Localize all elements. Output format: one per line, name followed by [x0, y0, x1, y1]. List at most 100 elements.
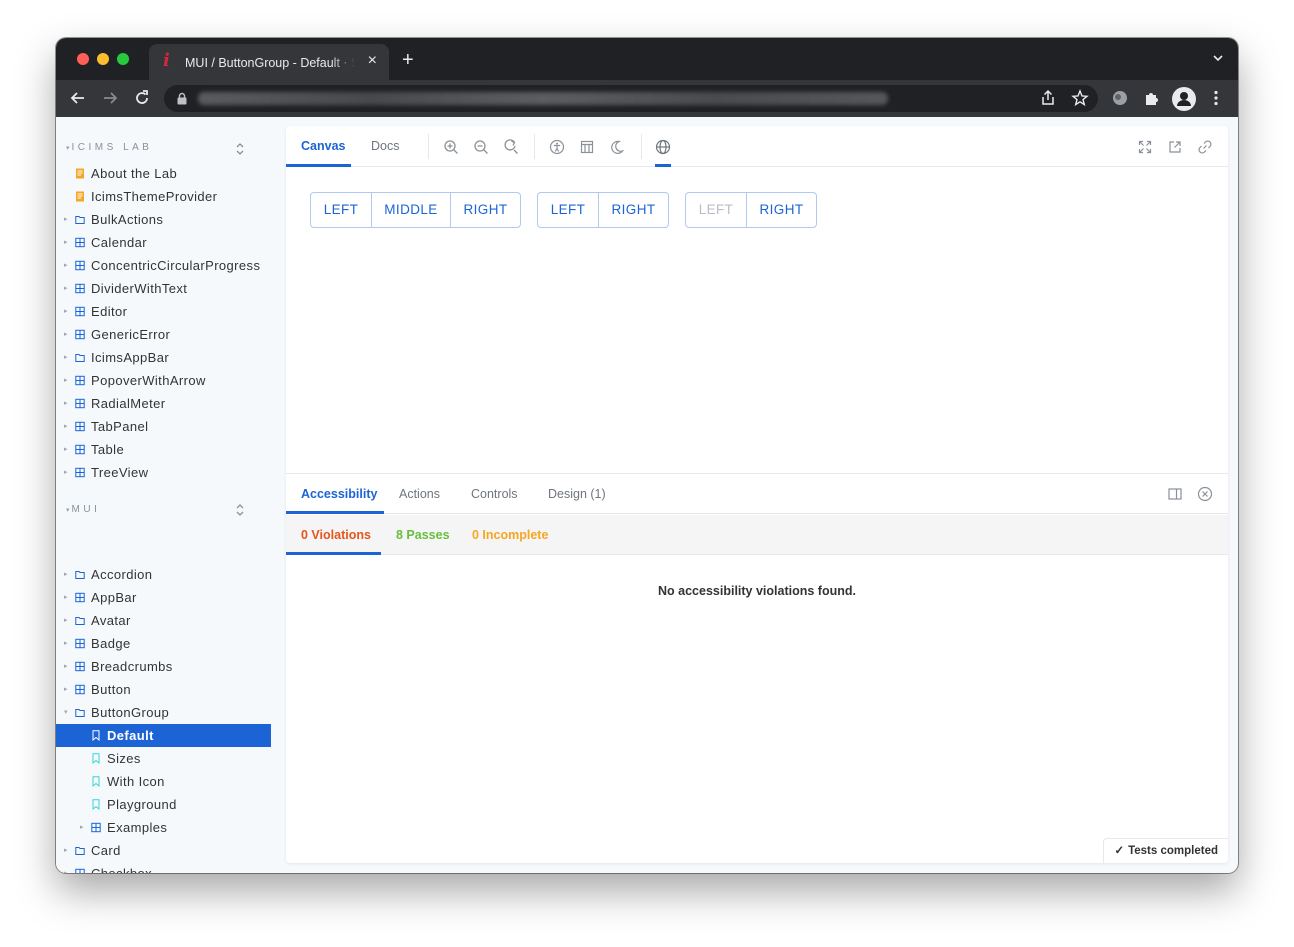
- component-icon: [75, 306, 85, 317]
- sidebar-item-concentriccircularprogress[interactable]: ▸ ConcentricCircularProgress: [56, 254, 271, 277]
- puzzle-icon[interactable]: [1143, 89, 1161, 107]
- middle-button[interactable]: MIDDLE: [372, 193, 451, 227]
- tab-design[interactable]: Design (1): [548, 474, 606, 514]
- address-bar[interactable]: [164, 85, 1098, 112]
- right-button[interactable]: RIGHT: [451, 193, 520, 227]
- link-icon[interactable]: [1197, 139, 1213, 155]
- component-icon: [75, 260, 85, 271]
- sidebar-item-calendar[interactable]: ▸ Calendar: [56, 231, 271, 254]
- section-mui[interactable]: ▾ MUI: [66, 504, 100, 520]
- forward-icon[interactable]: [100, 88, 120, 108]
- sidebar-item-button[interactable]: ▸ Button: [56, 678, 271, 701]
- sidebar-item-treeview[interactable]: ▸ TreeView: [56, 461, 271, 484]
- tab-accessibility[interactable]: Accessibility: [301, 474, 377, 514]
- tab-controls[interactable]: Controls: [471, 474, 518, 514]
- share-icon[interactable]: [1039, 89, 1057, 107]
- sidebar-item-sizes[interactable]: Sizes: [56, 747, 271, 770]
- caret-down-icon: ▾: [66, 145, 70, 152]
- tab-actions[interactable]: Actions: [399, 474, 440, 514]
- globe-icon[interactable]: [655, 139, 671, 155]
- zoom-out-icon[interactable]: [473, 139, 489, 155]
- expand-collapse-icon[interactable]: [234, 503, 246, 517]
- star-icon[interactable]: [1071, 89, 1089, 107]
- tab-close-icon[interactable]: ×: [368, 52, 377, 70]
- sidebar-item-accordion[interactable]: ▸ Accordion: [56, 563, 271, 586]
- left-button[interactable]: LEFT: [538, 193, 599, 227]
- more-vert-icon[interactable]: [1207, 89, 1225, 107]
- component-icon: [75, 467, 85, 478]
- sidebar-item-checkbox[interactable]: ▸ Checkbox: [56, 862, 271, 873]
- sidebar-item-popoverwitharrow[interactable]: ▸ PopoverWithArrow: [56, 369, 271, 392]
- tab-incomplete[interactable]: 0 Incomplete: [472, 515, 548, 555]
- sidebar-item-breadcrumbs[interactable]: ▸ Breadcrumbs: [56, 655, 271, 678]
- folder-icon: [75, 354, 85, 362]
- main-panel: Canvas Docs LEFT MIDDLE RIGHT LEFT RIGHT…: [286, 126, 1228, 863]
- component-icon: [75, 237, 85, 248]
- sidebar-item-radialmeter[interactable]: ▸ RadialMeter: [56, 392, 271, 415]
- caret-right-icon: ▸: [64, 331, 68, 338]
- sidebar-item-buttongroup[interactable]: ▾ ButtonGroup: [56, 701, 271, 724]
- sidebar-item-icimsappbar[interactable]: ▸ IcimsAppBar: [56, 346, 271, 369]
- section-icims-lab[interactable]: ▾ ICIMS LAB: [66, 142, 152, 158]
- component-icon: [75, 868, 85, 873]
- expand-collapse-icon[interactable]: [234, 142, 246, 156]
- tab-docs[interactable]: Docs: [371, 126, 399, 167]
- folder-icon: [75, 571, 85, 579]
- extension-icon[interactable]: [1111, 89, 1129, 107]
- back-icon[interactable]: [68, 88, 88, 108]
- caret-down-icon: ▾: [64, 709, 68, 716]
- open-new-tab-icon[interactable]: [1167, 139, 1183, 155]
- sidebar-item-table[interactable]: ▸ Table: [56, 438, 271, 461]
- zoom-reset-icon[interactable]: [503, 139, 519, 155]
- moon-icon[interactable]: [609, 139, 625, 155]
- browser-tab[interactable]: i MUI / ButtonGroup - Default ⋅ Storyboo…: [149, 44, 389, 80]
- sidebar-item-bulkactions[interactable]: ▸ BulkActions: [56, 208, 271, 231]
- sidebar-item-about-the-lab[interactable]: About the Lab: [56, 162, 271, 185]
- minimize-window-button[interactable]: [97, 53, 109, 65]
- caret-right-icon: ▸: [64, 446, 68, 453]
- sidebar-item-label: Examples: [107, 820, 168, 835]
- tab-violations[interactable]: 0 Violations: [301, 515, 371, 555]
- sidebar-item-with-icon[interactable]: With Icon: [56, 770, 271, 793]
- addon-tabs: Accessibility Actions Controls Design (1…: [286, 474, 1228, 514]
- panel-layout-icon[interactable]: [1167, 486, 1183, 502]
- tab-passes[interactable]: 8 Passes: [396, 515, 450, 555]
- sidebar-item-avatar[interactable]: ▸ Avatar: [56, 609, 271, 632]
- new-tab-button[interactable]: +: [402, 50, 414, 70]
- avatar[interactable]: [1172, 87, 1196, 111]
- accessibility-icon[interactable]: [549, 139, 565, 155]
- toolbar-divider: [428, 134, 429, 159]
- sidebar-item-editor[interactable]: ▸ Editor: [56, 300, 271, 323]
- caret-right-icon: ▸: [64, 354, 68, 361]
- fullscreen-icon[interactable]: [1137, 139, 1153, 155]
- bookmark-icon: [92, 776, 100, 787]
- grid-icon[interactable]: [579, 139, 595, 155]
- sidebar-item-appbar[interactable]: ▸ AppBar: [56, 586, 271, 609]
- zoom-in-icon[interactable]: [443, 139, 459, 155]
- sidebar-item-badge[interactable]: ▸ Badge: [56, 632, 271, 655]
- sidebar-item-default[interactable]: Default: [56, 724, 271, 747]
- bookmark-icon: [92, 753, 100, 764]
- reload-icon[interactable]: [132, 88, 152, 108]
- close-window-button[interactable]: [77, 53, 89, 65]
- sidebar-item-icimsthemeprovider[interactable]: IcimsThemeProvider: [56, 185, 271, 208]
- sidebar-item-tabpanel[interactable]: ▸ TabPanel: [56, 415, 271, 438]
- sidebar-item-label: RadialMeter: [91, 396, 166, 411]
- sidebar-item-examples[interactable]: ▸ Examples: [56, 816, 271, 839]
- tab-canvas[interactable]: Canvas: [301, 126, 345, 167]
- sidebar-item-label: With Icon: [107, 774, 165, 789]
- sidebar-item-card[interactable]: ▸ Card: [56, 839, 271, 862]
- right-button[interactable]: RIGHT: [747, 193, 816, 227]
- tests-status: ✓ Tests completed: [1103, 838, 1228, 863]
- sidebar-item-playground[interactable]: Playground: [56, 793, 271, 816]
- right-button[interactable]: RIGHT: [599, 193, 668, 227]
- sidebar-item-dividerwithtext[interactable]: ▸ DividerWithText: [56, 277, 271, 300]
- sidebar-item-label: Calendar: [91, 235, 147, 250]
- close-panel-icon[interactable]: [1197, 486, 1213, 502]
- sidebar-item-genericerror[interactable]: ▸ GenericError: [56, 323, 271, 346]
- left-button[interactable]: LEFT: [311, 193, 372, 227]
- chevron-down-icon[interactable]: [1212, 52, 1224, 64]
- url-text-blurred: [198, 92, 888, 105]
- maximize-window-button[interactable]: [117, 53, 129, 65]
- sidebar-item-label: GenericError: [91, 327, 171, 342]
